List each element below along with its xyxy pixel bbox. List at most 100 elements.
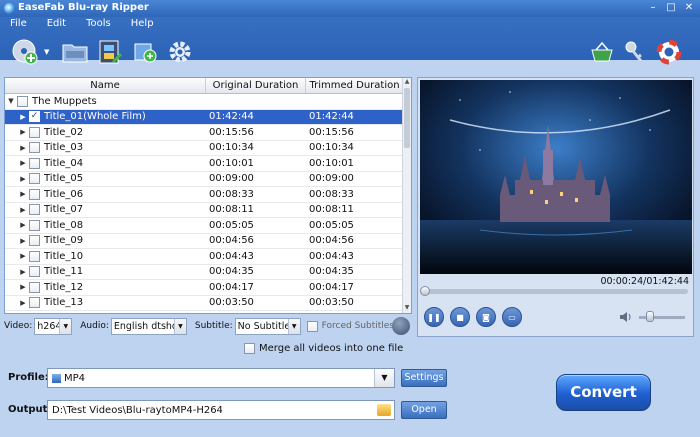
title-checkbox[interactable] <box>29 266 40 278</box>
load-disc-button[interactable] <box>10 37 40 67</box>
expand-icon[interactable]: ▶ <box>17 113 29 121</box>
open-output-button[interactable]: Open <box>401 401 447 419</box>
purchase-button[interactable] <box>587 37 617 67</box>
subtitle-select[interactable]: No Subtitle ▼ <box>234 317 301 335</box>
title-row[interactable]: ▶Title_1400:04:0700:04:07 <box>5 311 403 313</box>
trimmed-duration-cell[interactable]: 00:03:50 <box>305 297 403 308</box>
load-folder-button[interactable] <box>60 37 90 67</box>
trimmed-duration-cell[interactable]: 00:04:35 <box>305 266 403 277</box>
output-path-field[interactable]: D:\Test Videos\Blu-raytoMP4-H264 <box>47 400 395 420</box>
scroll-thumb[interactable] <box>404 88 410 148</box>
expand-icon[interactable]: ▶ <box>17 144 29 152</box>
menu-file[interactable]: File <box>0 17 37 32</box>
minimize-button[interactable]: – <box>646 2 660 14</box>
expand-icon[interactable]: ▶ <box>17 221 29 229</box>
title-row[interactable]: ▶ Title_02 00:15:56 00:15:56 <box>5 125 403 141</box>
trimmed-duration-cell[interactable]: 00:15:56 <box>305 127 403 138</box>
menu-edit[interactable]: Edit <box>37 17 76 32</box>
volume-handle[interactable] <box>646 311 654 322</box>
trimmed-duration-cell[interactable]: 00:04:17 <box>305 282 403 293</box>
expand-icon[interactable]: ▶ <box>17 175 29 183</box>
group-row[interactable]: ▼ The Muppets <box>5 94 403 110</box>
title-checkbox[interactable] <box>29 188 40 200</box>
open-snapshot-folder-button[interactable]: ▭ <box>502 307 522 327</box>
video-preview[interactable] <box>420 80 692 274</box>
trimmed-duration-cell[interactable]: 00:10:34 <box>305 142 403 153</box>
title-checkbox[interactable] <box>29 281 40 293</box>
title-checkbox[interactable]: ✓ <box>29 111 40 123</box>
expand-icon[interactable]: ▶ <box>17 190 29 198</box>
scroll-down-icon[interactable]: ▼ <box>403 304 411 313</box>
expand-icon[interactable]: ▶ <box>17 128 29 136</box>
header-trimmed-duration[interactable]: Trimmed Duration <box>305 78 403 93</box>
expand-icon[interactable]: ▶ <box>17 268 29 276</box>
title-row[interactable]: ▶ Title_13 00:03:50 00:03:50 <box>5 296 403 311</box>
title-checkbox[interactable] <box>29 126 40 138</box>
trimmed-duration-cell[interactable]: 00:08:33 <box>305 189 403 200</box>
help-button[interactable] <box>654 37 684 67</box>
video-track-select[interactable]: h264 ▼ <box>34 317 73 335</box>
title-checkbox[interactable] <box>29 250 40 262</box>
trash-icon[interactable] <box>392 317 410 335</box>
trimmed-duration-cell[interactable]: 00:04:56 <box>305 235 403 246</box>
stop-button[interactable]: ■ <box>450 307 470 327</box>
audio-track-select[interactable]: English dtshd ▼ <box>110 317 187 335</box>
profile-select[interactable]: MP4 ▼ <box>47 368 395 388</box>
title-checkbox[interactable] <box>29 204 40 216</box>
title-row[interactable]: ▶ Title_11 00:04:35 00:04:35 <box>5 265 403 280</box>
header-original-duration[interactable]: Original Duration <box>205 78 305 93</box>
seek-handle[interactable] <box>420 286 430 296</box>
title-row[interactable]: ▶ Title_10 00:04:43 00:04:43 <box>5 249 403 265</box>
browse-folder-icon[interactable] <box>377 404 391 416</box>
title-checkbox[interactable] <box>29 157 40 169</box>
merge-checkbox[interactable] <box>244 343 255 354</box>
close-button[interactable]: ✕ <box>682 2 696 14</box>
expand-icon[interactable]: ▶ <box>17 283 29 291</box>
expand-icon[interactable]: ▶ <box>17 206 29 214</box>
menu-tools[interactable]: Tools <box>76 17 121 32</box>
title-checkbox[interactable] <box>29 297 40 309</box>
header-name[interactable]: Name <box>5 78 205 93</box>
title-checkbox[interactable] <box>29 173 40 185</box>
menu-help[interactable]: Help <box>121 17 164 32</box>
chevron-down-icon[interactable]: ▼ <box>374 369 394 387</box>
title-row[interactable]: ▶ Title_07 00:08:11 00:08:11 <box>5 203 403 218</box>
title-row[interactable]: ▶ Title_06 00:08:33 00:08:33 <box>5 187 403 203</box>
title-row[interactable]: ▶ ✓ Title_01(Whole Film) 01:42:44 01:42:44 <box>5 109 403 125</box>
maximize-button[interactable]: □ <box>664 2 678 14</box>
seek-bar[interactable] <box>420 286 688 296</box>
forced-subtitles-checkbox[interactable] <box>306 320 318 332</box>
title-row[interactable]: ▶ Title_12 00:04:17 00:04:17 <box>5 280 403 296</box>
title-row[interactable]: ▶ Title_09 00:04:56 00:04:56 <box>5 234 403 249</box>
group-checkbox[interactable] <box>17 95 28 107</box>
expand-icon[interactable]: ▶ <box>17 299 29 307</box>
trimmed-duration-cell[interactable]: 00:04:43 <box>305 251 403 262</box>
register-button[interactable] <box>620 37 650 67</box>
speaker-icon[interactable] <box>619 310 633 324</box>
list-scrollbar[interactable]: ▲ ▼ <box>402 78 411 313</box>
settings-button[interactable] <box>165 37 195 67</box>
chevron-down-icon[interactable]: ▼ <box>44 48 49 56</box>
trimmed-duration-cell[interactable]: 00:08:11 <box>305 204 403 215</box>
title-row[interactable]: ▶ Title_04 00:10:01 00:10:01 <box>5 156 403 172</box>
expand-icon[interactable]: ▶ <box>17 252 29 260</box>
scroll-up-icon[interactable]: ▲ <box>403 78 411 87</box>
title-row[interactable]: ▶ Title_05 00:09:00 00:09:00 <box>5 172 403 187</box>
title-row[interactable]: ▶ Title_08 00:05:05 00:05:05 <box>5 218 403 234</box>
pause-button[interactable]: ❚❚ <box>424 307 444 327</box>
title-checkbox[interactable] <box>29 142 40 154</box>
edit-video-button[interactable] <box>95 37 125 67</box>
trimmed-duration-cell[interactable]: 01:42:44 <box>305 111 403 122</box>
trimmed-duration-cell[interactable]: 00:10:01 <box>305 158 403 169</box>
snapshot-preview-button[interactable]: ◙ <box>476 307 496 327</box>
trimmed-duration-cell[interactable]: 00:09:00 <box>305 173 403 184</box>
trimmed-duration-cell[interactable]: 00:05:05 <box>305 220 403 231</box>
snapshot-button[interactable] <box>130 37 160 67</box>
forced-subtitles-option[interactable]: Forced Subtitles <box>306 320 394 332</box>
title-checkbox[interactable] <box>29 235 40 247</box>
merge-option[interactable]: Merge all videos into one file <box>244 343 403 354</box>
expand-icon[interactable]: ▶ <box>17 159 29 167</box>
settings-profile-button[interactable]: Settings <box>401 369 447 387</box>
convert-button[interactable]: Convert <box>556 374 651 411</box>
collapse-icon[interactable]: ▼ <box>5 97 17 105</box>
